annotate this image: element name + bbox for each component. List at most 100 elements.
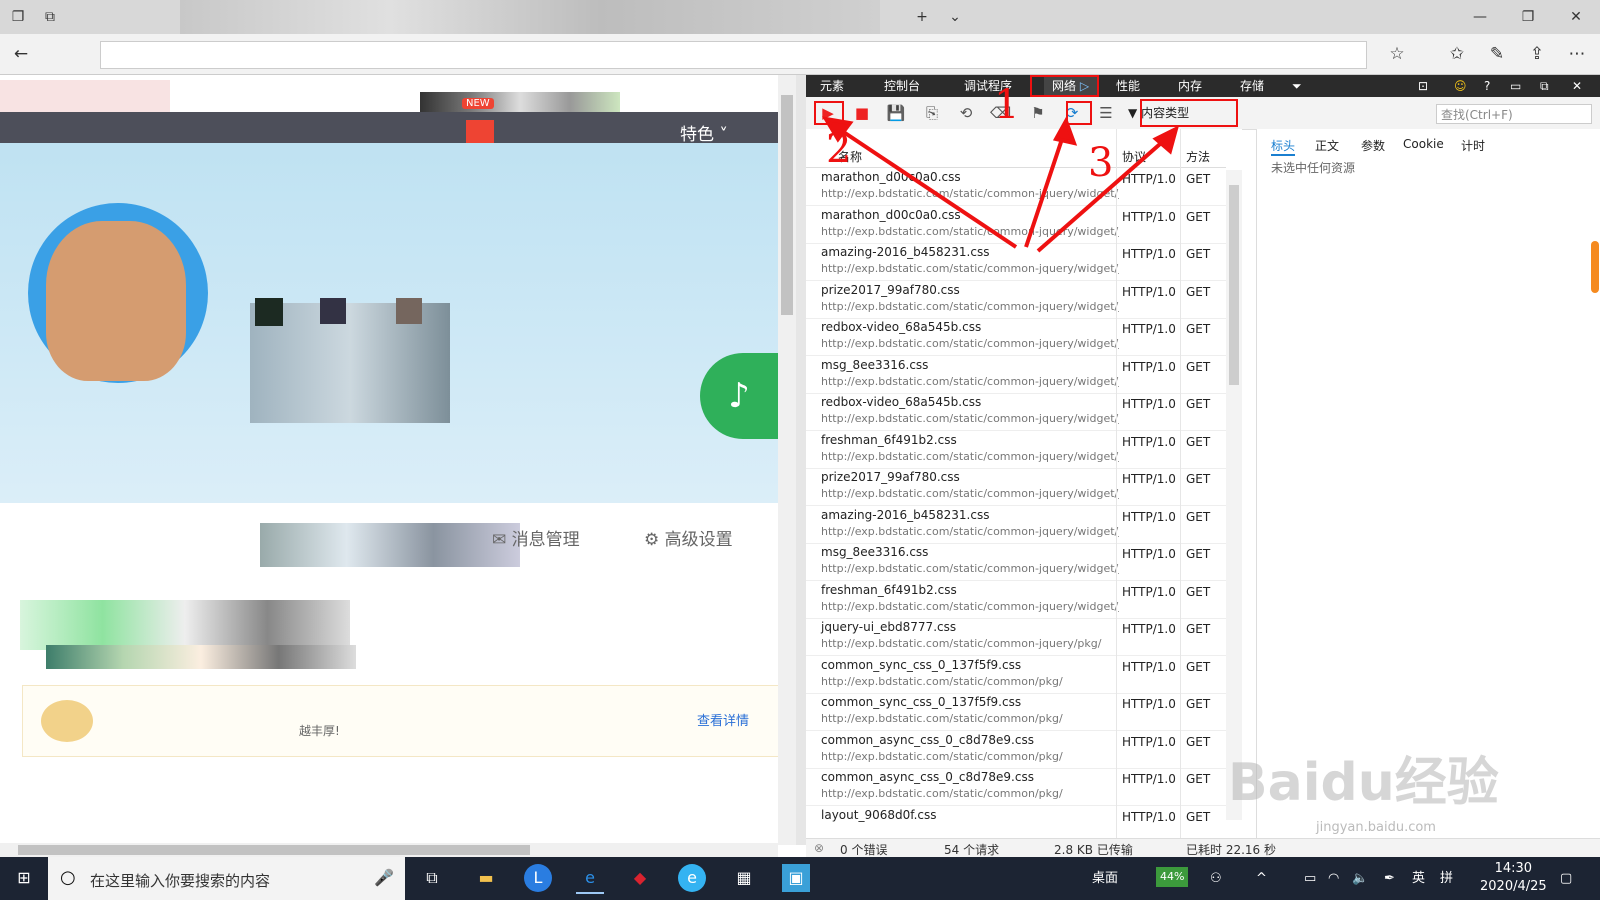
restore-icon[interactable]: ❐ [1510, 0, 1546, 34]
request-row[interactable]: msg_8ee3316.css http://exp.bdstatic.com/s… [806, 356, 1226, 394]
request-protocol: HTTP/1.0 [1122, 434, 1176, 449]
detail-tab-timing[interactable]: 计时 [1461, 137, 1485, 154]
request-protocol: HTTP/1.0 [1122, 322, 1176, 336]
request-row[interactable]: freshman_6f491b2.css http://exp.bdstatic.… [806, 431, 1226, 469]
detail-tab-parameters[interactable]: 参数 [1361, 137, 1385, 154]
request-row[interactable]: amazing-2016_b458231.css http://exp.bdsta… [806, 506, 1226, 544]
request-name: msg_8ee3316.css [821, 357, 929, 372]
taskbar-search-box[interactable]: ○ 在这里输入你要搜索的内容 🎤 [48, 857, 405, 900]
request-url: http://exp.bdstatic.com/static/common-jq… [821, 449, 1119, 463]
tab-preview-chevron-icon[interactable]: ⌄ [937, 0, 973, 34]
annotation-arrows [822, 116, 1180, 253]
windows-start-icon[interactable]: ⊞ [10, 864, 38, 892]
pixelated-block [260, 523, 520, 567]
tray-chevron-icon[interactable]: ^ [1256, 857, 1267, 900]
url-input[interactable] [100, 41, 1367, 69]
app-window-icon[interactable]: ▣ [782, 864, 810, 892]
page-hscroll-thumb[interactable] [18, 845, 530, 855]
people-icon[interactable]: ⚇ [1210, 857, 1222, 900]
request-row[interactable]: common_async_css_0_c8d78e9.css http://exp… [806, 731, 1226, 769]
favorites-hub-icon[interactable]: ✩ [1440, 34, 1474, 74]
console-toggle-icon[interactable]: ⊡ [1418, 75, 1428, 97]
microphone-icon[interactable]: 🎤 [374, 868, 394, 887]
file-explorer-icon[interactable]: ▬ [472, 864, 500, 892]
ime-language-indicator[interactable]: 英 [1412, 857, 1425, 900]
request-url: http://exp.bdstatic.com/static/common/pk… [821, 674, 1063, 688]
request-row[interactable]: redbox-video_68a545b.css http://exp.bdsta… [806, 393, 1226, 431]
devtools-status-bar: ⊗ 0 个错误 54 个请求 2.8 KB 已传输 已耗时 22.16 秒 [806, 838, 1600, 858]
edge-browser-icon[interactable]: e [576, 864, 604, 894]
request-row[interactable]: common_async_css_0_c8d78e9.css http://exp… [806, 768, 1226, 806]
mcafee-icon[interactable]: ◆ [626, 864, 654, 892]
favorite-star-icon[interactable]: ☆ [1380, 34, 1414, 74]
clock-app-icon[interactable]: L [524, 864, 552, 892]
request-name: common_sync_css_0_137f5f9.css [821, 695, 1022, 709]
ime-mode-icon[interactable]: 拼 [1440, 857, 1453, 900]
close-window-icon[interactable]: ✕ [1558, 0, 1594, 34]
request-url: http://exp.bdstatic.com/static/common-jq… [821, 562, 1119, 575]
tab-messages[interactable]: ✉ 消息管理 [492, 525, 580, 550]
help-icon[interactable]: ? [1484, 75, 1490, 97]
notice-text: 越丰厚! [299, 724, 340, 738]
more-menu-icon[interactable]: ⋯ [1560, 34, 1594, 74]
request-row[interactable]: common_sync_css_0_137f5f9.css http://exp.… [806, 693, 1226, 731]
task-view-icon[interactable]: ⧉ [418, 864, 446, 892]
taskbar-search-placeholder: 在这里输入你要搜索的内容 [90, 872, 271, 890]
request-row[interactable]: freshman_6f491b2.css http://exp.bdstatic.… [806, 581, 1226, 619]
request-method: GET [1186, 622, 1211, 636]
pen-workspace-icon[interactable]: ✒ [1384, 857, 1395, 900]
request-name: jquery-ui_ebd8777.css [821, 620, 957, 634]
pixelated-block [396, 298, 422, 324]
page-scroll-thumb[interactable] [781, 95, 793, 315]
volume-icon[interactable]: 🔈 [1352, 857, 1368, 900]
desktop-toolbar-label[interactable]: 桌面 [1092, 857, 1118, 900]
detail-tab-headers[interactable]: 标头 [1271, 137, 1296, 156]
detail-tab-cookies[interactable]: Cookie [1403, 137, 1444, 151]
minimize-icon[interactable]: — [1462, 0, 1498, 34]
request-url: http://exp.bdstatic.com/static/common-jq… [821, 599, 1119, 613]
notice-banner: 越丰厚! 查看详情 [22, 685, 779, 757]
devtools-splitter[interactable] [796, 75, 806, 845]
request-url: http://exp.bdstatic.com/static/common-jq… [821, 487, 1119, 500]
request-row[interactable]: prize2017_99af780.css http://exp.bdstatic… [806, 468, 1226, 506]
set-aside-tabs-icon[interactable]: ⧉ [32, 0, 68, 34]
store-icon[interactable]: ▦ [730, 864, 758, 892]
view-details-link[interactable]: 查看详情 [697, 710, 749, 729]
request-method: GET [1186, 809, 1211, 824]
request-row[interactable]: common_sync_css_0_137f5f9.css http://exp.… [806, 656, 1226, 694]
undock-icon[interactable]: ⧉ [1540, 75, 1549, 97]
back-arrow-icon[interactable]: ← [4, 34, 38, 74]
request-name: prize2017_99af780.css [821, 470, 960, 484]
detail-tab-body[interactable]: 正文 [1315, 137, 1339, 154]
user-banner: ♪ [0, 143, 778, 567]
action-center-icon[interactable]: ▢ [1560, 857, 1572, 900]
request-row[interactable]: jquery-ui_ebd8777.css http://exp.bdstatic… [806, 618, 1226, 656]
status-errors: 0 个错误 [840, 843, 888, 857]
request-row[interactable]: msg_8ee3316.css http://exp.bdstatic.com/s… [806, 543, 1226, 581]
new-tab-icon[interactable]: + [904, 0, 940, 34]
request-method: GET [1186, 472, 1211, 486]
request-name: redbox-video_68a545b.css [821, 320, 982, 334]
ie-style-browser-icon[interactable]: e [678, 864, 706, 892]
devtools-search-input[interactable]: 查找(Ctrl+F) [1436, 104, 1592, 124]
feedback-smiley-icon[interactable]: ☺ [1454, 75, 1467, 97]
dock-icon[interactable]: ▭ [1510, 75, 1521, 97]
request-method: GET [1186, 547, 1211, 561]
request-url: http://exp.bdstatic.com/static/common-jq… [821, 524, 1119, 538]
pixelated-block [46, 645, 356, 669]
watermark-url: jingyan.baidu.com [1316, 820, 1436, 835]
wifi-icon[interactable]: ◠ [1328, 857, 1339, 900]
music-note-icon[interactable]: ♪ [700, 353, 778, 439]
request-name: common_async_css_0_c8d78e9.css [821, 732, 1034, 747]
tab-manager-icon[interactable]: ❐ [0, 0, 36, 34]
battery-icon[interactable]: ▭ [1304, 857, 1316, 900]
web-note-pen-icon[interactable]: ✎ [1480, 34, 1514, 74]
request-row[interactable]: redbox-video_68a545b.css http://exp.bdsta… [806, 318, 1226, 356]
close-devtools-icon[interactable]: ✕ [1572, 75, 1582, 97]
more-tabs-chevron-icon[interactable]: ⏷ [1292, 75, 1302, 97]
request-name: freshman_6f491b2.css [821, 582, 957, 597]
taskbar-clock[interactable]: 14:30 2020/4/25 [1480, 860, 1547, 896]
tab-advanced-settings[interactable]: ⚙ 高级设置 [644, 525, 733, 550]
share-icon[interactable]: ⇪ [1520, 34, 1554, 74]
detail-scroll-indicator[interactable] [1591, 241, 1599, 293]
